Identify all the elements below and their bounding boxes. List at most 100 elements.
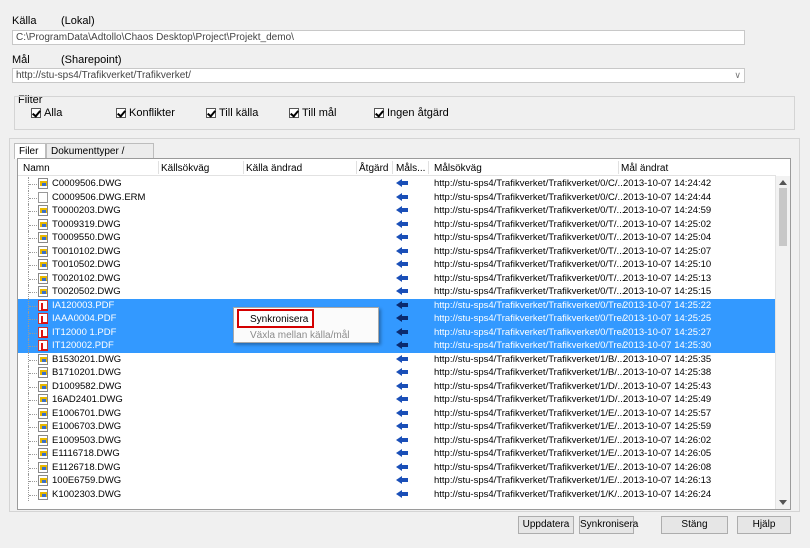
table-row[interactable]: IAAA0004.PDF http://stu-sps4/Trafikverket… — [18, 312, 776, 326]
context-menu-synkronisera[interactable]: Synkronisera — [237, 309, 314, 328]
file-grid: Namn Källsökväg Källa ändrad Åtgärd Måls… — [17, 158, 791, 510]
grid-header: Namn Källsökväg Källa ändrad Åtgärd Måls… — [18, 159, 776, 176]
file-name: C0009506.DWG — [52, 178, 122, 189]
target-changed: 2013-10-07 14:25:04 — [623, 232, 712, 243]
target-changed: 2013-10-07 14:25:49 — [623, 394, 712, 405]
table-row[interactable]: T0010102.DWG http://stu-sps4/Trafikverket… — [18, 244, 776, 258]
filter-till-mal-checkbox[interactable]: Till mål — [289, 107, 336, 119]
target-path-dropdown[interactable]: http://stu-sps4/Trafikverket/Trafikverke… — [12, 68, 745, 83]
table-row[interactable]: T0010502.DWG http://stu-sps4/Trafikverket… — [18, 258, 776, 272]
filter-ingen-atgard-checkbox[interactable]: Ingen åtgärd — [374, 107, 449, 119]
dwg-icon — [38, 245, 48, 257]
table-row[interactable]: B1530201.DWG http://stu-sps4/Trafikverket… — [18, 352, 776, 366]
pdf-icon — [38, 340, 48, 351]
file-name: E1006703.DWG — [52, 421, 122, 432]
dwg-icon — [38, 488, 48, 500]
dwg-icon — [38, 178, 48, 189]
table-row[interactable]: IT120002.PDF http://stu-sps4/Trafikverket… — [18, 339, 776, 353]
arrow-left-icon — [396, 462, 408, 472]
target-path: http://stu-sps4/Trafikverket/Trafikverke… — [434, 434, 625, 446]
dwg-icon — [38, 475, 48, 486]
table-row[interactable]: B1710201.DWG http://stu-sps4/Trafikverket… — [18, 366, 776, 380]
target-changed: 2013-10-07 14:25:02 — [623, 218, 712, 230]
file-name: T0020502.DWG — [52, 286, 121, 297]
table-row[interactable]: D1009582.DWG http://stu-sps4/Trafikverket… — [18, 379, 776, 393]
file-name: E1116718.DWG — [52, 448, 120, 459]
target-path: http://stu-sps4/Trafikverket/Trafikverke… — [434, 245, 625, 257]
dwg-icon — [38, 232, 48, 243]
dwg-icon — [38, 448, 48, 459]
target-changed: 2013-10-07 14:26:24 — [623, 488, 712, 500]
table-row[interactable]: 100E6759.DWG http://stu-sps4/Trafikverket… — [18, 474, 776, 488]
filter-alla-checkbox[interactable]: Alla — [31, 107, 62, 119]
target-changed: 2013-10-07 14:25:15 — [623, 286, 712, 297]
arrow-left-icon — [396, 367, 408, 377]
target-changed: 2013-10-07 14:25:27 — [623, 326, 712, 338]
table-row[interactable]: T0020502.DWG http://stu-sps4/Trafikverket… — [18, 285, 776, 299]
table-row[interactable]: K1002303.DWG http://stu-sps4/Trafikverket… — [18, 487, 776, 501]
file-name: IT120002.PDF — [52, 340, 114, 351]
arrow-left-icon — [396, 354, 408, 364]
dwg-icon — [38, 367, 48, 378]
table-row[interactable]: E1006703.DWG http://stu-sps4/Trafikverket… — [18, 420, 776, 434]
filter-konflikter-checkbox[interactable]: Konflikter — [116, 107, 175, 119]
table-row[interactable]: T0009319.DWG http://stu-sps4/Trafikverket… — [18, 217, 776, 231]
close-button[interactable]: Stäng — [661, 516, 728, 534]
update-button[interactable]: Uppdatera — [518, 516, 574, 534]
table-row[interactable]: C0009506.DWG http://stu-sps4/Trafikverket… — [18, 177, 776, 191]
arrow-left-icon — [396, 381, 408, 391]
table-row[interactable]: IA120003.PDF http://stu-sps4/Trafikverket… — [18, 298, 776, 312]
file-name: B1710201.DWG — [52, 367, 122, 378]
table-row[interactable]: E1009503.DWG http://stu-sps4/Trafikverket… — [18, 433, 776, 447]
col-atgard[interactable]: Åtgärd — [359, 163, 388, 174]
col-namn[interactable]: Namn — [23, 163, 50, 174]
help-button[interactable]: Hjälp — [737, 516, 791, 534]
col-malsokvag[interactable]: Målsökväg — [434, 163, 482, 174]
table-row[interactable]: T0020102.DWG http://stu-sps4/Trafikverket… — [18, 271, 776, 285]
file-name: E1126718.DWG — [52, 461, 121, 473]
col-mal-andrat[interactable]: Mål ändrat — [621, 163, 668, 174]
table-row[interactable]: T0000203.DWG http://stu-sps4/Trafikverket… — [18, 204, 776, 218]
arrow-left-icon — [396, 178, 408, 188]
sync-button[interactable]: Synkronisera — [579, 516, 638, 534]
table-row[interactable]: E1126718.DWG http://stu-sps4/Trafikverket… — [18, 460, 776, 474]
file-name: T0010502.DWG — [52, 259, 121, 270]
arrow-left-icon — [396, 246, 408, 256]
chevron-down-icon[interactable]: ∨ — [734, 70, 741, 81]
tab-filer[interactable]: Filer — [14, 143, 46, 159]
table-row[interactable]: 16AD2401.DWG http://stu-sps4/Trafikverket… — [18, 393, 776, 407]
arrow-left-icon — [396, 205, 408, 215]
scroll-down-icon[interactable] — [779, 500, 787, 505]
col-mals[interactable]: Måls... — [396, 163, 425, 174]
target-path: http://stu-sps4/Trafikverket/Trafikverke… — [434, 232, 625, 243]
scroll-thumb[interactable] — [779, 188, 787, 246]
target-type: (Sharepoint) — [61, 54, 122, 66]
source-type: (Lokal) — [61, 15, 95, 27]
target-changed: 2013-10-07 14:26:02 — [623, 434, 712, 446]
target-changed: 2013-10-07 14:25:59 — [623, 421, 712, 432]
target-changed: 2013-10-07 14:24:44 — [623, 191, 712, 203]
col-kalla-andrad[interactable]: Källa ändrad — [246, 163, 302, 174]
target-path: http://stu-sps4/Trafikverket/Trafikverke… — [434, 340, 625, 351]
table-row[interactable]: C0009506.DWG.ERM http://stu-sps4/Trafikve… — [18, 190, 776, 204]
table-row[interactable]: E1116718.DWG http://stu-sps4/Trafikverket… — [18, 447, 776, 461]
filter-till-kalla-checkbox[interactable]: Till källa — [206, 107, 258, 119]
dwg-icon — [38, 353, 48, 365]
table-row[interactable]: IT12000 1.PDF http://stu-sps4/Trafikverke… — [18, 325, 776, 339]
dwg-icon — [38, 286, 48, 297]
file-name: E1009503.DWG — [52, 434, 122, 446]
dwg-icon — [38, 461, 48, 473]
source-path-field[interactable]: C:\ProgramData\Adtollo\Chaos Desktop\Pro… — [12, 30, 745, 45]
table-row[interactable]: E1006701.DWG http://stu-sps4/Trafikverket… — [18, 406, 776, 420]
vertical-scrollbar[interactable] — [775, 176, 790, 509]
target-changed: 2013-10-07 14:24:42 — [623, 178, 712, 189]
scroll-up-icon[interactable] — [779, 180, 787, 185]
arrow-left-icon — [396, 286, 408, 296]
table-row[interactable]: T0009550.DWG http://stu-sps4/Trafikverket… — [18, 231, 776, 245]
col-kallsokvag[interactable]: Källsökväg — [161, 163, 209, 174]
target-path: http://stu-sps4/Trafikverket/Trafikverke… — [434, 313, 625, 324]
grid-rows: C0009506.DWG http://stu-sps4/Trafikverket… — [18, 177, 776, 501]
target-path: http://stu-sps4/Trafikverket/Trafikverke… — [434, 191, 626, 203]
tab-dokumenttyper[interactable]: Dokumenttyper / Metatyper — [46, 143, 154, 168]
file-name: T0020102.DWG — [52, 272, 121, 284]
